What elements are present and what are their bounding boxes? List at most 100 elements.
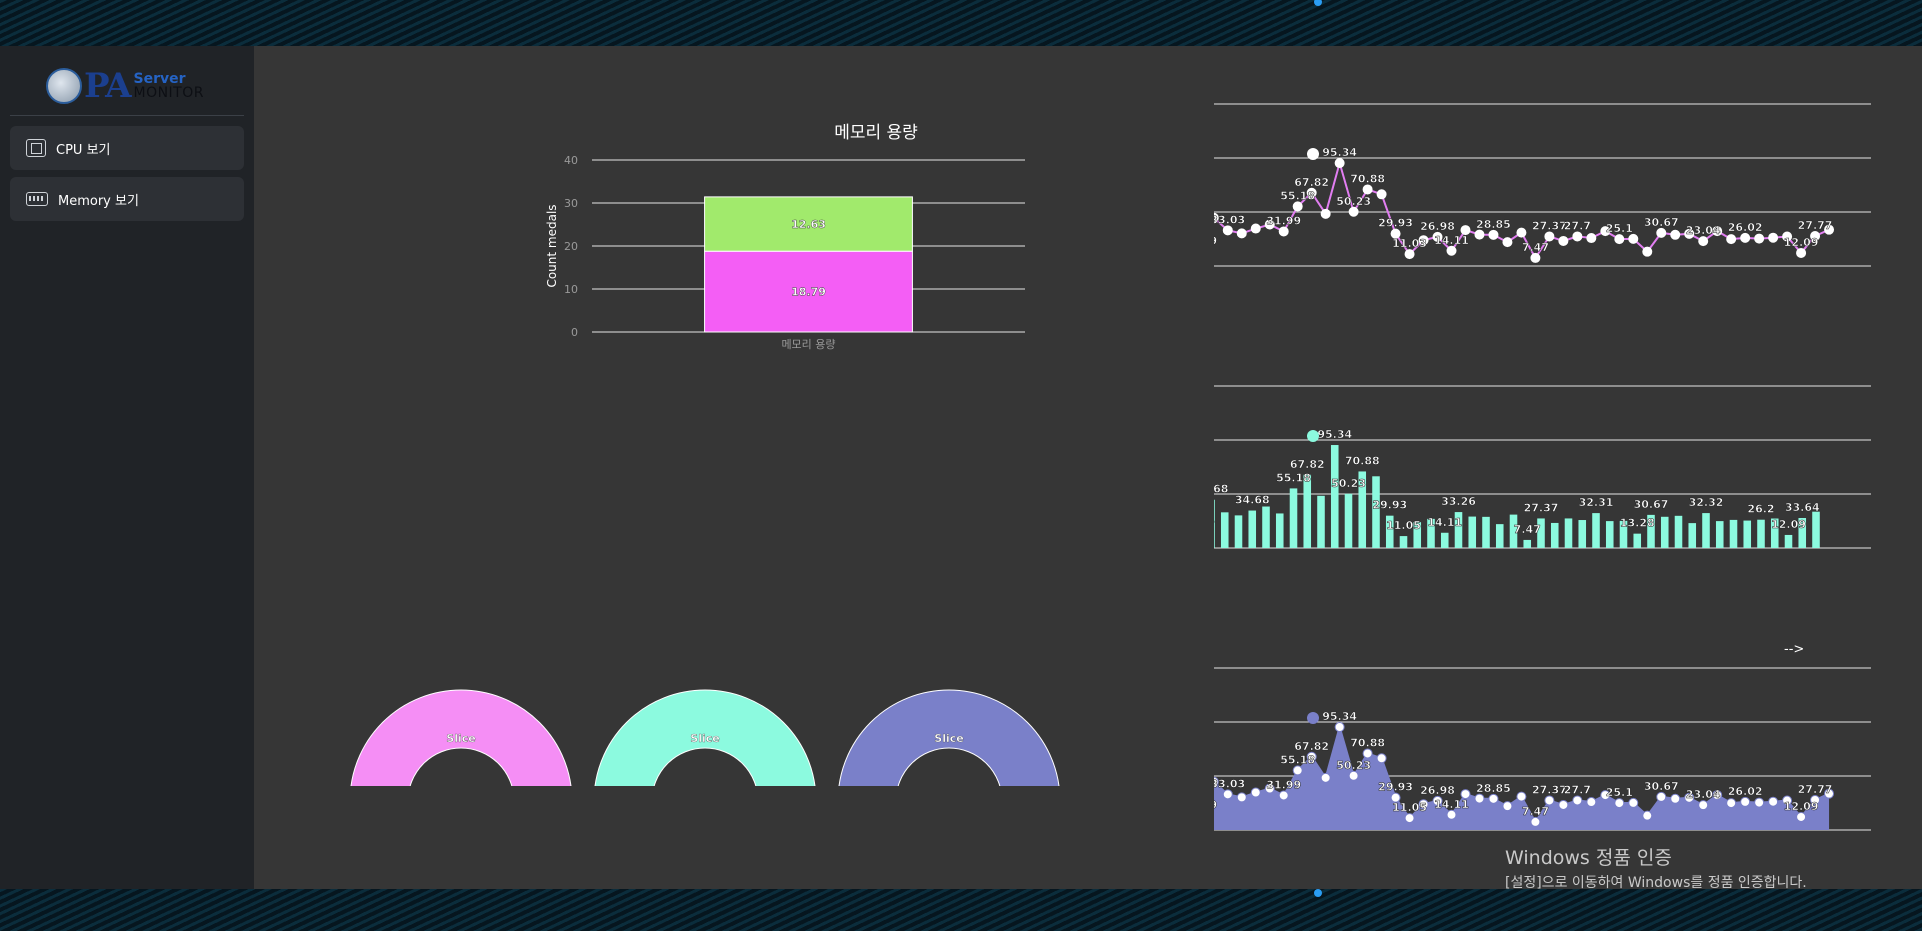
data-label: 29.93 — [1378, 217, 1413, 230]
x-tick-label: 20 — [1319, 272, 1333, 274]
bar — [1482, 516, 1490, 548]
data-label: 27.37 — [1532, 219, 1567, 232]
bar — [1399, 536, 1408, 548]
data-label: 55.18 — [1280, 753, 1315, 766]
data-point — [1348, 770, 1359, 781]
bar — [1248, 510, 1257, 548]
data-label: 29.93 — [1378, 781, 1413, 794]
data-label: 33.03 — [1214, 213, 1245, 226]
x-tick-label: 50 — [1727, 554, 1741, 556]
data-label: 7.47 — [1522, 805, 1549, 818]
bar-data-label: 18.79 — [791, 286, 826, 299]
bar — [1317, 495, 1325, 548]
windows-activation-watermark: Windows 정품 인증 [설정]으로 이동하여 Windows를 정품 인증… — [1505, 843, 1807, 892]
pie-slice-label: Slice — [446, 732, 475, 745]
data-point — [1516, 791, 1527, 802]
semi-pie-chart-2: SliceHighcharts.com — [594, 689, 816, 786]
data-label: 31.99 — [1266, 778, 1301, 791]
x-tick-label: 30 — [1458, 836, 1472, 838]
data-label: 23.04 — [1686, 788, 1721, 801]
sidebar: PA Server MONITOR CPU 보기 Memory 보기 — [0, 46, 254, 889]
data-label: 28.85 — [1476, 782, 1511, 795]
data-point — [1292, 201, 1303, 212]
data-point — [1558, 235, 1569, 246]
data-label: 95.34 — [1322, 710, 1357, 723]
data-label: 12.09 — [1771, 518, 1806, 531]
data-label: 28.85 — [1476, 218, 1511, 231]
y-tick-label: 0 — [571, 326, 578, 339]
x-tick-label: 50 — [1738, 836, 1752, 838]
data-label: 33.03 — [1214, 777, 1245, 790]
data-point — [1404, 813, 1415, 824]
data-point — [1740, 232, 1751, 243]
data-label: 50.23 — [1336, 195, 1371, 208]
data-label: 44.68 — [1214, 483, 1228, 496]
data-point — [1740, 796, 1751, 807]
data-point — [1474, 793, 1485, 804]
data-point — [1614, 798, 1625, 809]
bar — [1660, 516, 1669, 548]
data-label: 33.64 — [1785, 501, 1820, 514]
data-label: 33.26 — [1441, 495, 1476, 508]
data-label: 30.67 — [1634, 498, 1669, 511]
bar — [1564, 518, 1573, 548]
data-label: 12.09 — [1784, 800, 1819, 813]
data-label: 14.11 — [1434, 234, 1469, 247]
data-label: 11.03 — [1392, 237, 1427, 250]
data-point — [1376, 753, 1387, 764]
logo-cube-icon — [46, 67, 82, 104]
sidebar-item-memory[interactable]: Memory 보기 — [10, 177, 244, 221]
data-point — [1376, 189, 1387, 200]
data-point — [1656, 791, 1667, 802]
data-label: 50.23 — [1331, 477, 1366, 490]
data-label: 67.82 — [1294, 740, 1329, 753]
data-point — [1572, 231, 1583, 242]
bar — [1812, 511, 1820, 548]
data-label: 55.18 — [1276, 471, 1311, 484]
pie-slice-label: Slice — [690, 732, 719, 745]
data-point — [1628, 797, 1639, 808]
data-label: 26.2 — [1747, 503, 1774, 516]
data-label: 30.67 — [1644, 216, 1679, 229]
app-frame: PA Server MONITOR CPU 보기 Memory 보기 메모리 용… — [0, 46, 1922, 889]
bar — [1550, 522, 1559, 548]
data-point — [1236, 228, 1247, 239]
data-point — [1334, 722, 1345, 733]
data-label: 32.32 — [1689, 496, 1724, 509]
data-label: 11.05 — [1386, 519, 1421, 532]
data-point — [1502, 801, 1513, 812]
data-label: 70.88 — [1350, 736, 1385, 749]
data-label: 95.34 — [1317, 428, 1352, 441]
data-point — [1222, 225, 1233, 236]
data-point — [1544, 795, 1555, 806]
bottom-banner — [0, 889, 1922, 931]
logo[interactable]: PA Server MONITOR — [10, 56, 244, 116]
main-content: 메모리 용량 0 10 20 30 40 Count medals 18.79 12.63 메모리… — [254, 46, 1922, 889]
data-label: 95.34 — [1322, 146, 1357, 159]
data-label: 27.37 — [1524, 501, 1559, 514]
data-point — [1348, 206, 1359, 217]
data-point — [1222, 789, 1233, 800]
data-label: 7.47 — [1514, 523, 1541, 536]
bar — [1674, 515, 1683, 548]
data-point — [1670, 793, 1681, 804]
data-label: 67.82 — [1290, 458, 1325, 471]
data-point — [1768, 232, 1779, 243]
data-label: 11.89 — [1214, 234, 1217, 247]
data-point — [1642, 246, 1653, 257]
logo-pa-text: PA — [84, 65, 132, 106]
y-tick-label: 20 — [564, 240, 578, 253]
sidebar-item-cpu[interactable]: CPU 보기 — [10, 126, 244, 170]
data-point — [1796, 811, 1807, 822]
area-chart: 050100150Values0102030405012.1728.360.45… — [1214, 667, 1871, 838]
data-label: 27.77 — [1798, 783, 1833, 796]
sidebar-item-label: Memory 보기 — [58, 193, 139, 209]
data-point — [1236, 792, 1247, 803]
bar — [1344, 493, 1353, 548]
y-tick-label: 30 — [564, 197, 578, 210]
data-label: 67.82 — [1294, 176, 1329, 189]
bar — [1578, 520, 1587, 548]
x-tick-label: 30 — [1458, 272, 1472, 274]
data-label: 26.02 — [1728, 221, 1763, 234]
logo-server-text: Server — [133, 70, 186, 87]
